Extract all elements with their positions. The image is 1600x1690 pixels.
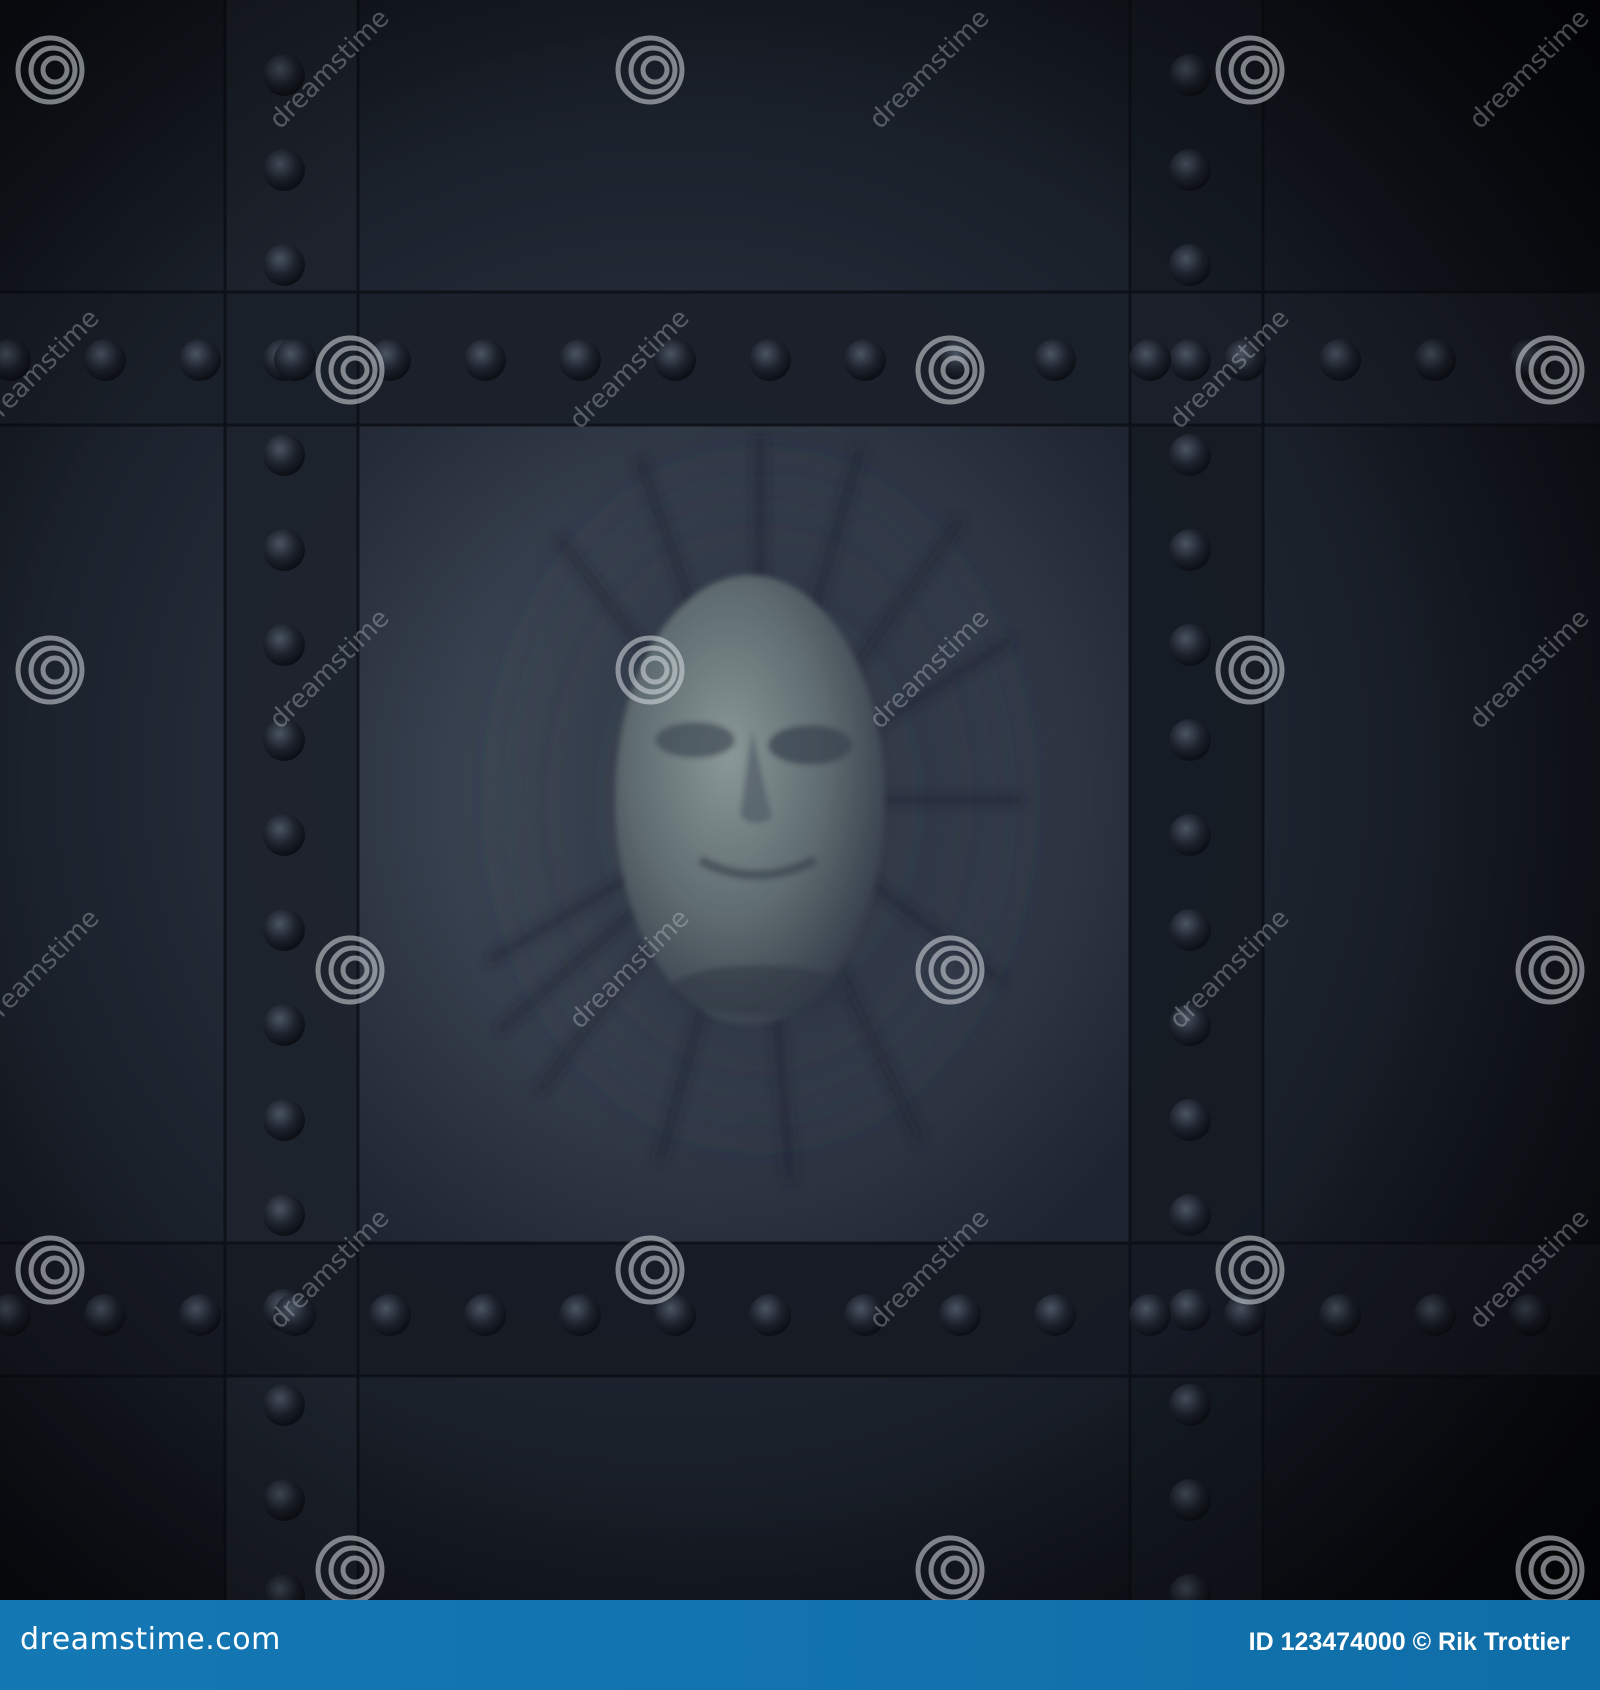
photo-artwork: dreamstime dreamstime dreamstime dreamstime… — [0, 0, 1600, 1600]
vignette — [0, 0, 1600, 1600]
footer-bar: dreamstime.com ID 123474000 © Rik Trotti… — [0, 1600, 1600, 1690]
footer-brand[interactable]: dreamstime.com — [20, 1622, 281, 1657]
footer-credit: ID 123474000 © Rik Trottier — [1248, 1628, 1570, 1656]
stock-photo-page: dreamstime dreamstime dreamstime dreamstime… — [0, 0, 1600, 1690]
